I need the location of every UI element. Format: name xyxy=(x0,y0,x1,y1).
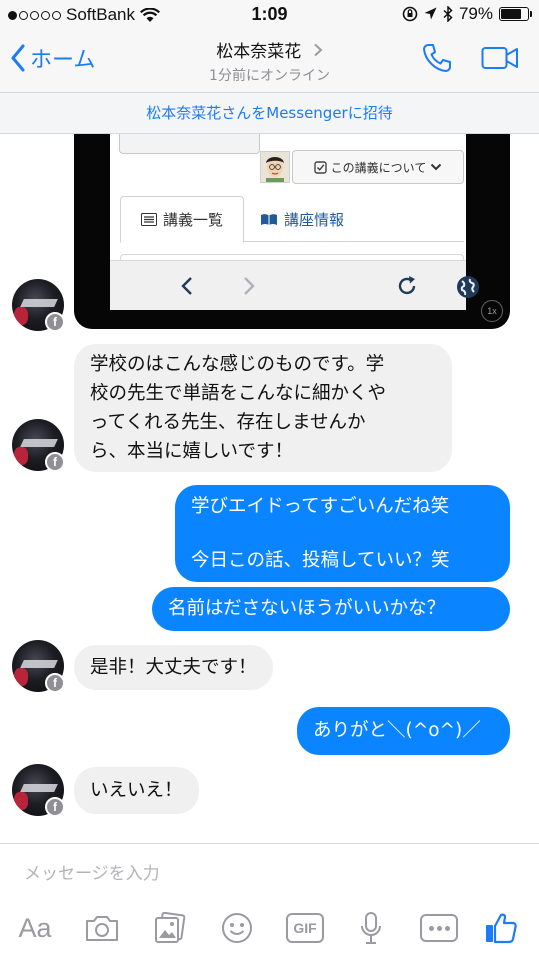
invite-banner[interactable]: 松本奈菜花さんをMessengerに招待 xyxy=(0,92,539,134)
message-input[interactable] xyxy=(24,864,504,884)
camera-icon xyxy=(86,916,118,941)
composer-toolbar: Aa GIF xyxy=(0,908,539,948)
browser-back-icon xyxy=(181,277,192,295)
status-bar: SoftBank 1:09 79% xyxy=(0,0,539,30)
screenshot-dropdown xyxy=(119,134,260,154)
chevron-right-icon xyxy=(314,43,323,57)
gallery-button[interactable] xyxy=(151,908,189,948)
incoming-message[interactable]: 学校のはこんな感じのものです。学 校の先生で単語をこんなに細かくや ってくれる先… xyxy=(74,344,452,472)
orientation-lock-icon xyxy=(402,6,418,22)
camera-button[interactable] xyxy=(83,908,121,948)
bluetooth-icon xyxy=(443,6,453,22)
tab-course-info: 講座情報 xyxy=(260,196,344,242)
facebook-icon: f xyxy=(45,452,65,472)
tab-lecture-list-label: 講義一覧 xyxy=(162,211,223,229)
more-icon xyxy=(420,914,458,942)
text-format-button[interactable]: Aa xyxy=(14,908,56,948)
phone-icon[interactable] xyxy=(421,42,453,74)
location-icon xyxy=(424,7,437,20)
incoming-message[interactable]: いえいえ！ xyxy=(74,767,199,814)
shared-screenshot-image[interactable]: この講義について 講義一覧 講座情報 xyxy=(74,134,510,329)
voice-button[interactable] xyxy=(354,908,388,948)
status-right: 79% xyxy=(402,4,532,24)
screenshot-tabs: 講義一覧 講座情報 xyxy=(120,196,464,243)
battery-icon xyxy=(499,7,532,21)
like-button[interactable] xyxy=(482,908,520,948)
tab-lecture-list: 講義一覧 xyxy=(120,196,244,243)
zoom-badge: 1x xyxy=(481,300,503,322)
outgoing-message[interactable]: 学びエイドってすごいんだね笑 今日この話、投稿していい？笑 xyxy=(175,485,510,582)
thumbs-up-icon xyxy=(486,913,517,944)
facebook-icon: f xyxy=(45,312,65,332)
tab-course-info-label: 講座情報 xyxy=(284,210,345,229)
incoming-message[interactable]: 是非！大丈夫です！ xyxy=(74,645,273,690)
battery-percent: 79% xyxy=(458,4,493,23)
browser-reload-icon xyxy=(398,276,416,295)
list-icon xyxy=(140,213,157,226)
browser-forward-icon xyxy=(244,277,255,295)
checkbox-icon xyxy=(313,160,327,174)
facebook-icon: f xyxy=(45,673,65,693)
sticker-button[interactable] xyxy=(218,908,256,948)
screenshot-content: この講義について 講義一覧 講座情報 xyxy=(110,134,479,310)
gif-button[interactable]: GIF xyxy=(285,908,325,948)
outgoing-message[interactable]: ありがと＼(^o^)／ xyxy=(297,707,510,755)
microphone-icon xyxy=(361,912,381,944)
gif-icon: GIF xyxy=(286,913,324,943)
contact-name: 松本奈菜花 xyxy=(216,42,302,62)
about-course-button: この講義について xyxy=(292,150,464,184)
message-composer: Aa GIF xyxy=(0,843,539,960)
globe-icon xyxy=(457,276,479,298)
book-icon xyxy=(261,213,277,225)
outgoing-message[interactable]: 名前はださないほうがいいかな？ xyxy=(152,587,510,631)
browser-toolbar xyxy=(110,260,479,310)
call-actions xyxy=(421,42,519,74)
smiley-icon xyxy=(222,913,252,943)
more-options-button[interactable] xyxy=(418,908,460,948)
teacher-avatar-icon xyxy=(260,151,290,183)
photo-gallery-icon xyxy=(155,912,186,943)
video-call-icon[interactable] xyxy=(481,45,519,71)
conversation-header: ホーム 松本奈菜花 1分前にオンライン xyxy=(0,30,539,92)
facebook-icon: f xyxy=(45,797,65,817)
about-course-label: この講義について xyxy=(330,160,427,175)
chevron-down-icon xyxy=(431,163,442,171)
